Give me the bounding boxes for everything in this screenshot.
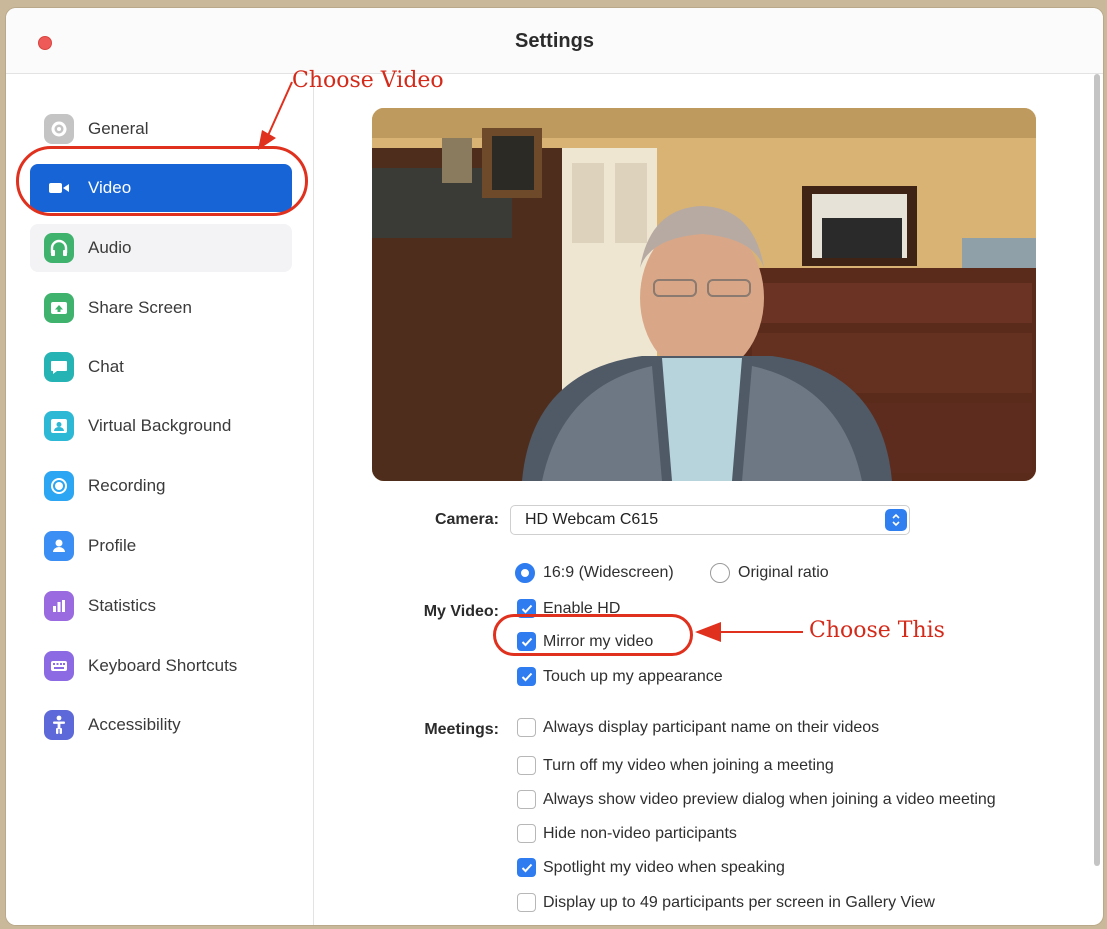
- title-bar: Settings: [6, 8, 1103, 74]
- portrait-icon: [44, 411, 74, 441]
- keyboard-icon: [44, 651, 74, 681]
- choose-this-annotation: Choose This: [809, 618, 945, 643]
- checkbox-label: Always display participant name on their…: [543, 718, 880, 736]
- sidebar-item-virtual-background[interactable]: Virtual Background: [30, 402, 292, 450]
- user-icon: [44, 531, 74, 561]
- radio-label: Original ratio: [738, 564, 829, 581]
- sidebar-item-profile[interactable]: Profile: [30, 522, 292, 570]
- checkbox-box: [517, 718, 536, 737]
- radio-widescreen[interactable]: 16:9 (Widescreen): [515, 563, 674, 583]
- share-screen-icon: [44, 293, 74, 323]
- sidebar-item-label: Recording: [88, 476, 166, 495]
- radio-button: [515, 563, 535, 583]
- camera-preview-image: [372, 108, 1036, 481]
- gear-icon: [44, 114, 74, 144]
- sidebar-item-chat[interactable]: Chat: [30, 343, 292, 391]
- checkbox-box: [517, 824, 536, 843]
- checkbox-label: Spotlight my video when speaking: [543, 858, 785, 876]
- checkbox-box: [517, 790, 536, 809]
- accessibility-icon: [44, 710, 74, 740]
- checkbox-gallery-49[interactable]: Display up to 49 participants per screen…: [517, 893, 935, 912]
- checkbox-hide-non-video[interactable]: Hide non-video participants: [517, 824, 737, 843]
- mirror-video-highlight-ring: [493, 614, 693, 656]
- sidebar-item-label: Chat: [88, 357, 124, 376]
- vertical-scrollbar[interactable]: [1094, 74, 1100, 866]
- sidebar-item-statistics[interactable]: Statistics: [30, 582, 292, 630]
- checkbox-show-video-preview[interactable]: Always show video preview dialog when jo…: [517, 790, 996, 809]
- sidebar-item-label: Virtual Background: [88, 416, 232, 435]
- radio-original-ratio[interactable]: Original ratio: [710, 563, 829, 583]
- sidebar-item-recording[interactable]: Recording: [30, 462, 292, 510]
- sidebar-item-label: Audio: [88, 238, 132, 257]
- camera-select-value: HD Webcam C615: [525, 511, 659, 528]
- sidebar-item-share-screen[interactable]: Share Screen: [30, 284, 292, 332]
- checkbox-label: Hide non-video participants: [543, 824, 737, 842]
- meetings-label: Meetings:: [424, 721, 499, 738]
- sidebar-item-label: Accessibility: [88, 715, 181, 734]
- choose-video-annotation: Choose Video: [292, 68, 444, 93]
- sidebar-item-keyboard-shortcuts[interactable]: Keyboard Shortcuts: [30, 642, 292, 690]
- radio-button: [710, 563, 730, 583]
- checkbox-label: Turn off my video when joining a meeting: [543, 756, 834, 774]
- window-title: Settings: [515, 30, 594, 52]
- headphones-icon: [44, 233, 74, 263]
- bar-chart-icon: [44, 591, 74, 621]
- video-settings-panel: Camera: HD Webcam C615 16:9 (Widescreen)…: [315, 74, 1103, 925]
- choose-video-arrow-icon: [258, 81, 293, 150]
- record-icon: [44, 471, 74, 501]
- camera-select[interactable]: HD Webcam C615: [510, 505, 910, 535]
- sidebar-item-label: Share Screen: [88, 298, 192, 317]
- checkbox-box: [517, 756, 536, 775]
- checkmark-icon: [517, 667, 536, 686]
- checkbox-spotlight-video[interactable]: Spotlight my video when speaking: [517, 858, 785, 877]
- checkbox-label: Touch up my appearance: [543, 667, 723, 685]
- choose-this-arrow-icon: [695, 622, 803, 642]
- chevron-up-down-icon: [885, 509, 907, 531]
- checkbox-label: Display up to 49 participants per screen…: [543, 893, 935, 911]
- sidebar-item-label: Profile: [88, 536, 137, 555]
- checkbox-display-participant-names[interactable]: Always display participant name on their…: [517, 718, 879, 737]
- camera-preview: [372, 108, 1036, 481]
- checkbox-box: [517, 893, 536, 912]
- my-video-label: My Video:: [423, 603, 499, 620]
- checkbox-turn-off-video-on-join[interactable]: Turn off my video when joining a meeting: [517, 756, 834, 775]
- sidebar-item-audio[interactable]: Audio: [30, 224, 292, 272]
- chat-bubble-icon: [44, 352, 74, 382]
- sidebar-item-label: Keyboard Shortcuts: [88, 656, 238, 675]
- radio-label: 16:9 (Widescreen): [543, 564, 674, 581]
- checkbox-touch-up-appearance[interactable]: Touch up my appearance: [517, 667, 723, 686]
- checkmark-icon: [517, 858, 536, 877]
- sidebar-item-accessibility[interactable]: Accessibility: [30, 701, 292, 749]
- camera-label: Camera:: [434, 511, 499, 528]
- sidebar-item-label: Statistics: [88, 596, 157, 615]
- sidebar-item-label: General: [88, 119, 149, 138]
- checkbox-label: Always show video preview dialog when jo…: [543, 790, 996, 808]
